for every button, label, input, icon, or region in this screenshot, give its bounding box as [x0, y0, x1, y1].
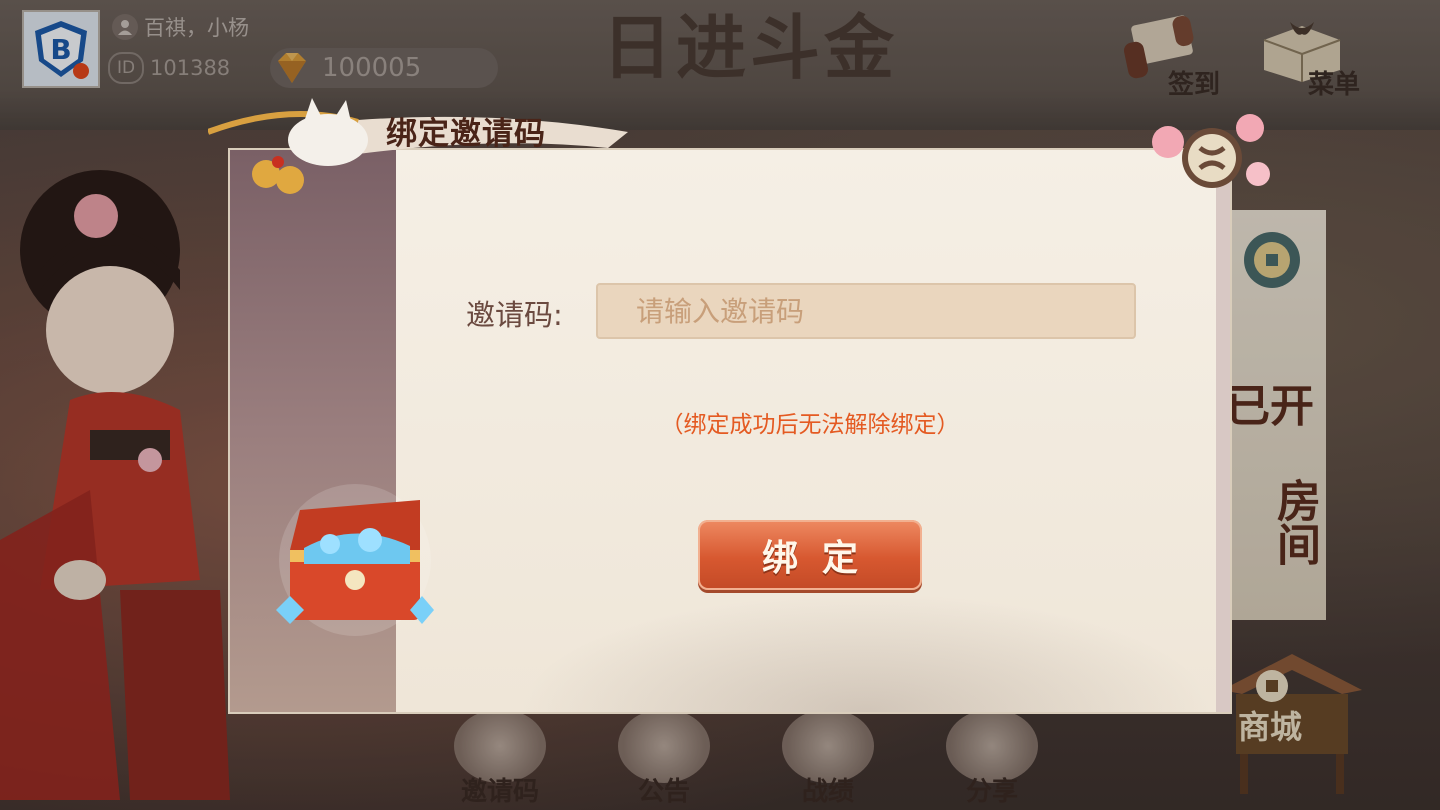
invite-code-input[interactable] [596, 283, 1136, 339]
treasure-chest-icon [276, 484, 434, 636]
invite-code-label: 邀请码: [466, 298, 563, 332]
bind-button-label: 绑定 [761, 537, 882, 579]
close-icon [1152, 114, 1270, 188]
bind-button[interactable]: 绑定 [698, 520, 922, 590]
dialog-title: 绑定邀请码 [386, 116, 546, 152]
dialog-header: 绑定邀请码 [208, 92, 648, 202]
bind-warning-note: （绑定成功后无法解除绑定） [660, 412, 960, 438]
close-button[interactable] [1146, 112, 1276, 196]
